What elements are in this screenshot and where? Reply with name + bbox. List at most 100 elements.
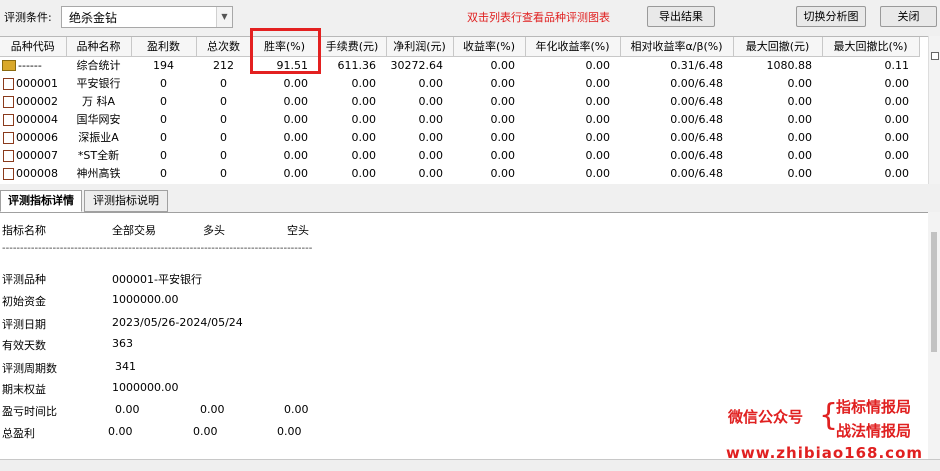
table-cell: 30272.64 [386,56,453,74]
table-cell: 0.00 [822,164,919,182]
cell-text: 国华网安 [76,113,121,126]
cell-text: 0.00 [283,94,309,108]
scroll-thumb[interactable] [931,52,939,60]
detail-label: 有效天数 [2,339,46,352]
export-button[interactable]: 导出结果 [647,6,715,27]
table-cell: 0 [196,146,251,164]
table-cell: 0 [196,74,251,92]
table-cell: 0.00 [525,110,620,128]
col-header[interactable]: 手续费(元) [318,37,387,57]
close-button[interactable]: 关闭 [880,6,937,27]
col-header[interactable]: 相对收益率α/β(%) [620,37,734,57]
col-header[interactable]: 收益率(%) [453,37,526,57]
table-cell: 0.00 [733,74,822,92]
detail-value: 1000000.00 [112,293,179,306]
detail-header-name: 指标名称 [2,224,46,237]
cell-text: 0.00/6.48 [670,94,723,108]
cell-text: 0 [220,76,227,90]
cell-text: 0.00 [490,166,516,180]
col-header[interactable]: 年化收益率(%) [525,37,621,57]
table-cell: 0.00 [733,164,822,182]
table-cell: 神州高铁 [66,164,131,182]
table-row[interactable]: 000004 国华网安 0 0 0.00 0.00 0.00 0.00 0.00 0.00/6.4… [0,110,919,128]
table-cell: 综合统计 [66,56,131,74]
stock-icon [3,77,14,90]
col-header[interactable]: 最大回撤比(%) [822,37,920,57]
condition-select[interactable]: 绝杀金钻 ▼ [61,6,233,28]
cell-text: 0.00 [418,112,444,126]
cell-text: 0.00/6.48 [670,112,723,126]
cell-text: 深振业A [78,131,119,144]
col-header[interactable]: 品种代码 [0,37,67,57]
detail-value: 2023/05/26-2024/05/24 [112,316,243,329]
detail-label: 期末权益 [2,383,46,396]
table-cell: 0.00 [453,146,525,164]
cell-text: 0.00 [490,130,516,144]
switch-chart-button[interactable]: 切换分析图 [796,6,866,27]
table-row[interactable]: 000008 神州高铁 0 0 0.00 0.00 0.00 0.00 0.00 0.00/6.4… [0,164,919,182]
summary-row[interactable]: ------ 综合统计 194 212 91.51 611.36 30272.64 0.00 0… [0,56,919,74]
cell-text: 0.00 [351,166,377,180]
table-cell: 0 [131,92,196,110]
table-cell: 0.00 [386,146,453,164]
table-cell: 万 科A [66,92,131,110]
table-row[interactable]: 000001 平安银行 0 0 0.00 0.00 0.00 0.00 0.00 0.00/6.4… [0,74,919,92]
table-cell: 000001 [0,74,66,92]
cell-text: 000007 [16,148,58,162]
detail-value: 0.00 [277,425,302,438]
table-cell: 0 [131,164,196,182]
col-header[interactable]: 最大回撤(元) [733,37,823,57]
cell-text: 0 [220,166,227,180]
detail-label: 评测品种 [2,273,46,286]
scroll-thumb[interactable] [931,232,937,352]
table-cell: 国华网安 [66,110,131,128]
cell-text: 0.00 [585,148,611,162]
table-row[interactable]: 000006 深振业A 0 0 0.00 0.00 0.00 0.00 0.00 0.00/6.4… [0,128,919,146]
table-row[interactable]: 000002 万 科A 0 0 0.00 0.00 0.00 0.00 0.00 0.00/6.4… [0,92,919,110]
cell-text: 0 [160,76,167,90]
table-cell: 0.00 [453,74,525,92]
tab-explain[interactable]: 评测指标说明 [84,190,168,212]
table-cell: 0.00 [318,92,386,110]
table-cell: 0.00 [386,110,453,128]
table-cell: 0 [131,128,196,146]
cell-text: 0 [220,94,227,108]
table-cell: 0.00 [251,164,318,182]
cell-text: 0.00/6.48 [670,166,723,180]
table-cell: 0.00 [386,74,453,92]
col-header[interactable]: 盈利数 [131,37,197,57]
table-cell: 0.00 [251,146,318,164]
table-cell: 0.00 [251,74,318,92]
table-cell: 0.00 [733,92,822,110]
grid-scrollbar[interactable] [928,36,940,184]
cell-text: 综合统计 [76,59,121,73]
table-cell: 0.00/6.48 [620,146,733,164]
cell-text: 0.00 [585,76,611,90]
chevron-down-icon[interactable]: ▼ [216,7,232,27]
cell-text: 0 [220,130,227,144]
table-cell: *ST全新 [66,146,131,164]
table-cell: 000008 [0,164,66,182]
table-cell: 0.00/6.48 [620,164,733,182]
col-header[interactable]: 品种名称 [66,37,132,57]
cell-text: 000001 [16,76,58,90]
table-cell: 0.00 [386,92,453,110]
table-cell: 0 [131,74,196,92]
divider-dashes: ----------------------------------------… [2,243,313,254]
table-cell: 0.00 [318,164,386,182]
cell-text: 0.00 [283,130,309,144]
col-header[interactable]: 净利润(元) [386,37,454,57]
tab-detail[interactable]: 评测指标详情 [0,190,82,212]
cell-text: 0.31/6.48 [670,58,723,72]
cell-text: 0.00 [884,166,910,180]
table-cell: 0 [196,92,251,110]
results-grid[interactable]: 品种代码 品种名称 盈利数 总次数 胜率(%) 手续费(元) 净利润(元) 收益… [0,36,928,184]
table-cell: 0.00 [453,128,525,146]
details-scrollbar[interactable] [928,212,940,459]
detail-value: 0.00 [193,425,218,438]
table-row[interactable]: 000007 *ST全新 0 0 0.00 0.00 0.00 0.00 0.00 0.00/6.… [0,146,919,164]
col-header[interactable]: 总次数 [196,37,252,57]
cell-text: 0.00 [490,112,516,126]
cell-text: 0.00 [884,148,910,162]
table-cell: 0.00 [733,128,822,146]
